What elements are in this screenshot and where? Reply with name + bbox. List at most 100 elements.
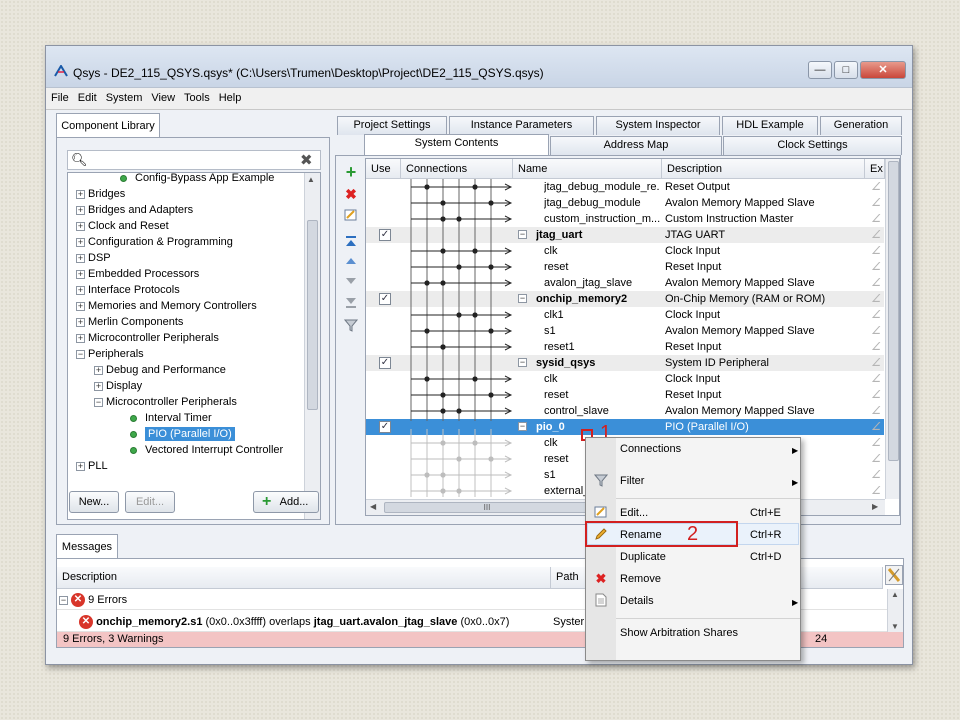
export-icon[interactable]: ∠: [871, 259, 881, 275]
expand-icon[interactable]: +: [76, 237, 85, 247]
expand-icon[interactable]: +: [76, 253, 85, 263]
library-scrollbar[interactable]: ▲ ▼: [304, 173, 320, 519]
menu-view[interactable]: View: [146, 88, 179, 104]
clear-search-icon[interactable]: ✖: [300, 151, 313, 169]
menu-system[interactable]: System: [101, 88, 147, 104]
collapse-icon[interactable]: −: [518, 230, 527, 239]
expand-icon[interactable]: +: [76, 317, 85, 327]
tab-system-contents[interactable]: System Contents: [364, 134, 549, 156]
collapse-icon[interactable]: −: [518, 294, 527, 303]
search-box[interactable]: 🔍︎ ✖: [67, 150, 321, 170]
col-connections[interactable]: Connections: [401, 159, 513, 179]
expand-icon[interactable]: +: [76, 189, 85, 199]
move-down-icon[interactable]: [343, 274, 359, 290]
tab-component-library[interactable]: Component Library: [56, 113, 160, 138]
close-button[interactable]: ✕: [860, 61, 906, 79]
export-icon[interactable]: ∠: [871, 435, 881, 451]
library-item[interactable]: + Merlin Components: [76, 314, 183, 330]
collapse-icon[interactable]: −: [94, 397, 103, 407]
tab-clock-settings[interactable]: Clock Settings: [723, 136, 902, 155]
hscroll-thumb[interactable]: III: [384, 502, 590, 513]
export-icon[interactable]: ∠: [871, 291, 881, 307]
add-component-button[interactable]: + Add...: [253, 491, 319, 513]
minimize-button[interactable]: —: [808, 61, 832, 79]
remove-icon[interactable]: ✖: [343, 186, 359, 202]
export-icon[interactable]: ∠: [871, 355, 881, 371]
menu-file[interactable]: File: [46, 88, 73, 104]
library-item[interactable]: + DSP: [76, 250, 111, 266]
export-icon[interactable]: ∠: [871, 323, 881, 339]
library-item[interactable]: + Clock and Reset: [76, 218, 169, 234]
move-bottom-icon[interactable]: [343, 296, 359, 312]
menu-edit[interactable]: Edit: [73, 88, 101, 104]
library-item[interactable]: Interval Timer: [130, 410, 212, 426]
menu-item-show-arbitration-shares[interactable]: Show Arbitration Shares: [620, 627, 738, 639]
messages-settings-icon[interactable]: [885, 565, 903, 585]
export-icon[interactable]: ∠: [871, 243, 881, 259]
use-checkbox[interactable]: ✓: [379, 229, 391, 241]
move-up-icon[interactable]: [343, 254, 359, 270]
tab-system-inspector[interactable]: System Inspector: [596, 116, 720, 135]
library-item[interactable]: + Embedded Processors: [76, 266, 199, 282]
tab-address-map[interactable]: Address Map: [550, 136, 722, 155]
tab-hdl-example[interactable]: HDL Example: [722, 116, 818, 135]
move-top-icon[interactable]: [343, 234, 359, 250]
export-icon[interactable]: ∠: [871, 451, 881, 467]
maximize-button[interactable]: □: [834, 61, 858, 79]
messages-col-description[interactable]: Description: [57, 567, 551, 589]
col-description[interactable]: Description: [662, 159, 865, 179]
expand-icon[interactable]: +: [76, 221, 85, 231]
export-icon[interactable]: ∠: [871, 403, 881, 419]
collapse-icon[interactable]: −: [518, 358, 527, 367]
library-item[interactable]: Vectored Interrupt Controller: [130, 442, 283, 458]
export-icon[interactable]: ∠: [871, 275, 881, 291]
menu-item-connections[interactable]: Connections: [620, 443, 681, 455]
col-name[interactable]: Name: [513, 159, 662, 179]
col-export[interactable]: Ex: [865, 159, 885, 179]
use-checkbox[interactable]: ✓: [379, 357, 391, 369]
messages-scrollbar[interactable]: ▲ ▼: [887, 589, 903, 635]
edit-component-button[interactable]: Edit...: [125, 491, 175, 513]
expand-icon[interactable]: +: [76, 333, 85, 343]
menu-item-filter[interactable]: Filter: [620, 475, 644, 487]
use-checkbox[interactable]: ✓: [379, 293, 391, 305]
export-icon[interactable]: ∠: [871, 371, 881, 387]
export-icon[interactable]: ∠: [871, 339, 881, 355]
library-item[interactable]: + Memories and Memory Controllers: [76, 298, 257, 314]
tab-instance-parameters[interactable]: Instance Parameters: [449, 116, 594, 135]
library-item[interactable]: + Bridges: [76, 186, 125, 202]
expand-icon[interactable]: +: [76, 205, 85, 215]
menu-help[interactable]: Help: [214, 88, 246, 104]
library-item[interactable]: + Microcontroller Peripherals: [76, 330, 219, 346]
edit-icon[interactable]: [343, 208, 359, 224]
export-icon[interactable]: ∠: [871, 227, 881, 243]
library-item[interactable]: + Interface Protocols: [76, 282, 180, 298]
menu-tools[interactable]: Tools: [179, 88, 214, 104]
library-item[interactable]: + Debug and Performance: [94, 362, 226, 378]
library-item[interactable]: + Configuration & Programming: [76, 234, 233, 250]
expand-icon[interactable]: +: [76, 301, 85, 311]
library-item[interactable]: + Bridges and Adapters: [76, 202, 193, 218]
collapse-icon[interactable]: −: [518, 422, 527, 431]
export-icon[interactable]: ∠: [871, 195, 881, 211]
export-icon[interactable]: ∠: [871, 467, 881, 483]
expand-icon[interactable]: +: [94, 381, 103, 391]
collapse-icon[interactable]: −: [59, 595, 68, 605]
grid-vscrollbar[interactable]: [885, 159, 899, 499]
add-icon[interactable]: +: [343, 163, 359, 181]
library-item[interactable]: − Peripherals: [76, 346, 144, 362]
library-item[interactable]: + Display: [94, 378, 142, 394]
expand-icon[interactable]: +: [94, 365, 103, 375]
use-checkbox[interactable]: ✓: [379, 421, 391, 433]
menu-item-details[interactable]: Details: [620, 595, 654, 607]
tab-messages[interactable]: Messages: [56, 534, 118, 559]
library-item[interactable]: + PLL: [76, 458, 108, 474]
col-use[interactable]: Use: [366, 159, 401, 179]
library-item[interactable]: Config-Bypass App Example: [120, 173, 274, 186]
export-icon[interactable]: ∠: [871, 307, 881, 323]
filter-icon[interactable]: [343, 318, 359, 334]
menu-item-remove[interactable]: Remove: [620, 573, 661, 585]
export-icon[interactable]: ∠: [871, 211, 881, 227]
export-icon[interactable]: ∠: [871, 483, 881, 497]
tab-project-settings[interactable]: Project Settings: [337, 116, 447, 135]
